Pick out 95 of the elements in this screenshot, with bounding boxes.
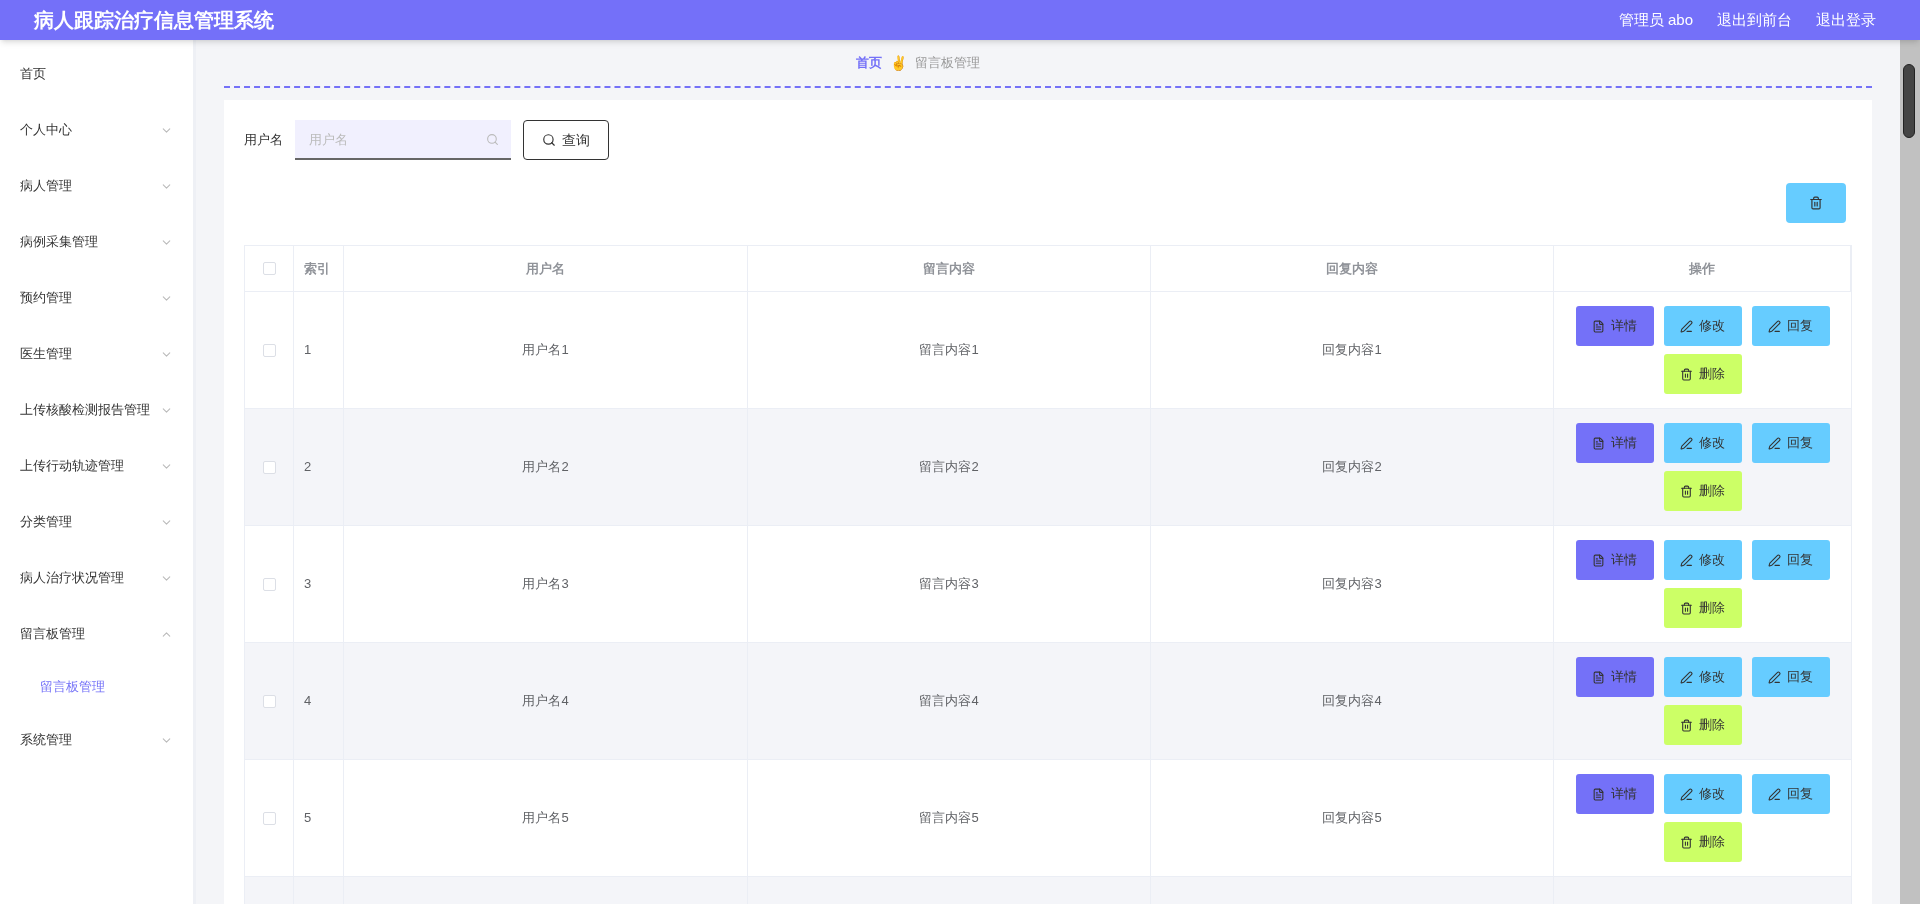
- sidebar-item[interactable]: 首页: [0, 46, 193, 102]
- table-cell-text: 留言内容3: [919, 575, 979, 594]
- table-cell-text: 5: [304, 809, 312, 828]
- header-link[interactable]: 退出登录: [1816, 8, 1876, 32]
- table-cell-text: 用户名2: [522, 458, 569, 477]
- document-icon: [1592, 787, 1605, 801]
- pencil-icon: [1768, 787, 1781, 801]
- table-cell-text: 回复内容2: [1322, 458, 1382, 477]
- pencil-icon: [1680, 670, 1693, 684]
- pencil-icon: [1680, 787, 1693, 801]
- edit-button[interactable]: 修改: [1663, 423, 1742, 463]
- table-cell-text: 3: [304, 575, 312, 594]
- breadcrumb-separator: ✌: [890, 53, 907, 73]
- reply-button[interactable]: 回复: [1751, 306, 1830, 346]
- search-icon: [542, 133, 556, 147]
- column-header: 回复内容: [1326, 259, 1378, 278]
- reply-button[interactable]: 回复: [1751, 540, 1830, 580]
- row-checkbox[interactable]: [262, 694, 276, 708]
- edit-button[interactable]: 修改: [1663, 306, 1742, 346]
- scrollbar-thumb[interactable]: [1903, 64, 1915, 138]
- sidebar-item[interactable]: 医生管理: [0, 326, 193, 382]
- delete-button[interactable]: 删除: [1663, 822, 1742, 862]
- pencil-icon: [1768, 319, 1781, 333]
- table-cell-text: 回复内容1: [1322, 341, 1382, 360]
- document-icon: [1592, 319, 1605, 333]
- table-cell-text: 回复内容3: [1322, 575, 1382, 594]
- user-label: 管理员 abo: [1618, 9, 1693, 30]
- table-cell-text: 留言内容1: [919, 341, 979, 360]
- table-cell-text: 1: [304, 341, 312, 360]
- column-header: 索引: [304, 259, 330, 278]
- table-cell-text: 用户名3: [522, 575, 569, 594]
- sidebar-item[interactable]: 分类管理: [0, 494, 193, 550]
- trash-icon: [1680, 601, 1693, 615]
- pencil-icon: [1768, 553, 1781, 567]
- table-cell-text: 留言内容4: [919, 692, 979, 711]
- table-cell-text: 用户名4: [522, 692, 569, 711]
- row-checkbox[interactable]: [262, 577, 276, 591]
- search-button[interactable]: 查询: [523, 120, 609, 160]
- trash-icon: [1680, 484, 1693, 498]
- select-all-checkbox[interactable]: [262, 262, 276, 275]
- sidebar-item[interactable]: 病例采集管理: [0, 214, 193, 270]
- app-title: 病人跟踪治疗信息管理系统: [34, 8, 274, 33]
- table-cell-text: 回复内容5: [1322, 809, 1382, 828]
- column-header: 留言内容: [923, 259, 975, 278]
- search-icon: [486, 133, 499, 146]
- row-checkbox[interactable]: [262, 460, 276, 474]
- pencil-icon: [1680, 436, 1693, 450]
- sidebar-item[interactable]: 病人治疗状况管理: [0, 550, 193, 606]
- reply-button[interactable]: 回复: [1751, 657, 1830, 697]
- pencil-icon: [1680, 553, 1693, 567]
- trash-icon: [1809, 196, 1823, 210]
- header-link[interactable]: 退出到前台: [1717, 8, 1792, 32]
- document-icon: [1592, 436, 1605, 450]
- reply-button[interactable]: 回复: [1751, 774, 1830, 814]
- sidebar-item[interactable]: 上传行动轨迹管理: [0, 438, 193, 494]
- column-header: 操作: [1689, 259, 1715, 278]
- document-icon: [1592, 553, 1605, 567]
- delete-button[interactable]: 删除: [1663, 705, 1742, 745]
- scrollbar[interactable]: [1900, 40, 1920, 904]
- table-cell-text: 用户名1: [522, 341, 569, 360]
- edit-button[interactable]: 修改: [1663, 657, 1742, 697]
- table-cell-text: 回复内容4: [1322, 692, 1382, 711]
- table-cell-text: 用户名5: [522, 809, 569, 828]
- sidebar-item[interactable]: 预约管理: [0, 270, 193, 326]
- trash-icon: [1680, 367, 1693, 381]
- reply-button[interactable]: 回复: [1751, 423, 1830, 463]
- edit-button[interactable]: 修改: [1663, 540, 1742, 580]
- document-icon: [1592, 670, 1605, 684]
- search-field[interactable]: 用户名: [295, 120, 511, 160]
- table-cell-text: 4: [304, 692, 312, 711]
- sidebar-item[interactable]: 个人中心: [0, 102, 193, 158]
- edit-button[interactable]: 修改: [1663, 774, 1742, 814]
- sidebar-item[interactable]: 病人管理: [0, 158, 193, 214]
- pencil-icon: [1768, 670, 1781, 684]
- sidebar-item[interactable]: 留言板管理: [0, 606, 193, 662]
- row-checkbox[interactable]: [262, 811, 276, 825]
- trash-icon: [1680, 835, 1693, 849]
- table-cell-text: 留言内容5: [919, 809, 979, 828]
- delete-button[interactable]: 删除: [1663, 588, 1742, 628]
- breadcrumb-current: 留言板管理: [915, 54, 980, 73]
- column-header: 用户名: [526, 259, 565, 278]
- breadcrumb-link[interactable]: 首页: [856, 53, 882, 73]
- delete-button[interactable]: 删除: [1663, 471, 1742, 511]
- bulk-delete-button[interactable]: [1786, 183, 1846, 223]
- sidebar-subitem[interactable]: 留言板管理: [0, 662, 193, 712]
- pencil-icon: [1680, 319, 1693, 333]
- delete-button[interactable]: 删除: [1663, 354, 1742, 394]
- sidebar-item[interactable]: 系统管理: [0, 712, 193, 768]
- trash-icon: [1680, 718, 1693, 732]
- pencil-icon: [1768, 436, 1781, 450]
- table-cell-text: 留言内容2: [919, 458, 979, 477]
- row-checkbox[interactable]: [262, 343, 276, 357]
- table-cell-text: 2: [304, 458, 312, 477]
- sidebar-item[interactable]: 上传核酸检测报告管理: [0, 382, 193, 438]
- search-label: 用户名: [244, 131, 283, 150]
